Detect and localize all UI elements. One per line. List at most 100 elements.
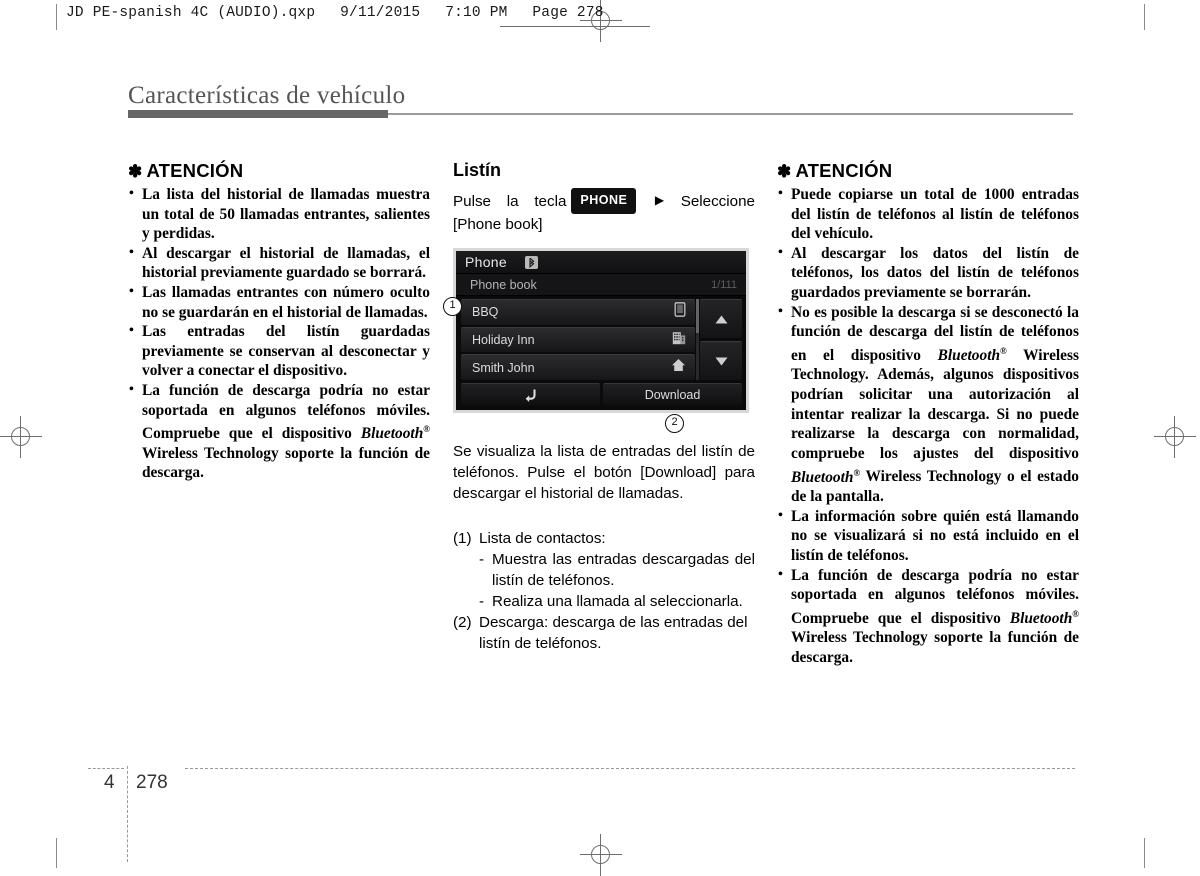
left-notice-list: La lista del historial de llamadas muest… xyxy=(128,184,430,483)
list-item: La lista del historial de llamadas muest… xyxy=(128,184,430,244)
crop-mark-top-left xyxy=(56,4,57,30)
screen-title-bar: Phone xyxy=(456,251,746,274)
list-item: - Muestra las entradas descargadas del li… xyxy=(479,549,755,591)
screen-footer: Download xyxy=(456,380,746,410)
registration-mark-right xyxy=(1154,416,1196,458)
bluetooth-trademark: Bluetooth® xyxy=(360,424,430,443)
registration-mark-bottom xyxy=(580,834,622,876)
item-number: (2) xyxy=(453,614,472,631)
item-text: Lista de contactos: xyxy=(479,530,606,547)
title-underline-dark xyxy=(128,110,388,118)
contact-name: Smith John xyxy=(472,360,535,375)
home-icon xyxy=(671,358,686,377)
bluetooth-icon xyxy=(524,255,538,269)
item-part-2: Wireless Technology soporte la función d… xyxy=(791,629,1079,667)
contact-name: BBQ xyxy=(472,305,499,320)
callout-marker-1: 1 xyxy=(443,297,462,316)
item-text: Descarga: descarga de las entradas del l… xyxy=(479,614,748,652)
contact-name: Holiday Inn xyxy=(472,333,535,347)
numbered-legend: (1) Lista de contactos: - Muestra las ent… xyxy=(453,528,755,654)
scroll-up-button[interactable] xyxy=(700,299,742,338)
bluetooth-trademark: Bluetooth® xyxy=(937,345,1007,364)
back-arrow-icon xyxy=(525,389,536,402)
download-button[interactable]: Download xyxy=(603,383,742,406)
device-screenshot-figure: 1 2 Phone Phone book 1/111 BBQ Holiday I… xyxy=(443,248,749,433)
list-item: - Realiza una llamada al seleccionarla. xyxy=(479,591,755,612)
sub-item-text: Muestra las entradas descargadas del lis… xyxy=(492,551,755,589)
arrow-right-icon: ▶ xyxy=(643,193,676,207)
screen-subtitle: Phone book xyxy=(470,277,537,292)
phone-key-badge: PHONE xyxy=(571,188,637,214)
left-notice-heading-text: ATENCIÓN xyxy=(146,160,244,181)
print-header: JD PE-spanish 4C (AUDIO).qxp 9/11/2015 7… xyxy=(66,5,620,21)
screen-body: BBQ Holiday Inn Smith John xyxy=(456,296,746,381)
list-item[interactable]: Smith John xyxy=(461,354,695,381)
footer-rule-right xyxy=(185,768,1075,769)
crop-mark-bottom-right xyxy=(1144,838,1145,868)
right-notice-list: Puede copiarse un total de 1000 entradas… xyxy=(777,184,1079,668)
section-heading: Listín xyxy=(453,160,501,180)
list-item[interactable]: BBQ xyxy=(461,299,695,325)
bluetooth-trademark: Bluetooth® xyxy=(791,467,861,486)
item-part-2: Wireless Technology. Además, algunos dis… xyxy=(791,346,1079,462)
header-rule xyxy=(500,26,650,27)
list-item: (2) Descarga: descarga de las entradas d… xyxy=(453,612,755,654)
scroll-down-button[interactable] xyxy=(700,341,742,380)
asterisk-icon: ✽ xyxy=(777,162,792,181)
title-underline-light xyxy=(388,113,1073,115)
page-number: 278 xyxy=(136,772,168,793)
mobile-phone-icon xyxy=(674,302,686,322)
scroll-controls[interactable] xyxy=(696,299,742,380)
triangle-up-icon xyxy=(715,315,727,323)
list-item: Las llamadas entrantes con número oculto… xyxy=(128,282,430,322)
scrollbar-thumb[interactable] xyxy=(696,299,699,334)
registration-mark-left xyxy=(0,416,42,458)
list-item: Al descargar los datos del listín de tel… xyxy=(777,243,1079,303)
list-item: La información sobre quién está llamando… xyxy=(777,506,1079,566)
left-notice-heading: ✽ ATENCIÓN xyxy=(128,160,430,182)
contact-list: BBQ Holiday Inn Smith John xyxy=(461,299,695,381)
bluetooth-glyph xyxy=(529,257,535,268)
back-button[interactable] xyxy=(461,383,600,406)
print-header-date: 9/11/2015 xyxy=(340,5,421,21)
right-notice-heading: ✽ ATENCIÓN xyxy=(777,160,1079,182)
print-header-time: 7:10 PM xyxy=(445,5,508,21)
bluetooth-trademark: Bluetooth® xyxy=(1009,608,1079,627)
screen-sub-bar: Phone book 1/111 xyxy=(456,274,746,296)
step-instruction: Pulse la tecla PHONE ▶ Seleccione [Phone bo… xyxy=(453,188,755,235)
list-item: Al descargar el historial de llamadas, e… xyxy=(128,243,430,283)
step-prefix: Pulse la tecla xyxy=(453,193,567,210)
middle-column: Listín Pulse la tecla PHONE ▶ Seleccione [P… xyxy=(443,160,755,654)
footer-rule-left xyxy=(88,768,124,769)
dash-marker: - xyxy=(479,551,485,568)
left-column: ✽ATENCIÓN La lista del historial de llam… xyxy=(128,160,430,483)
list-item[interactable]: Holiday Inn xyxy=(461,326,695,353)
list-item: La función de descarga podría no estar s… xyxy=(128,380,430,483)
right-notice-heading-text: ATENCIÓN xyxy=(795,160,893,181)
screen-title: Phone xyxy=(465,254,507,270)
callout-marker-2: 2 xyxy=(665,414,684,433)
list-item: (1) Lista de contactos: - Muestra las ent… xyxy=(453,528,755,612)
list-item: No es posible la descarga si se desconec… xyxy=(777,302,1079,507)
print-header-filename: JD PE-spanish 4C (AUDIO).qxp xyxy=(66,5,316,21)
crop-mark-bottom-left xyxy=(56,838,57,868)
sub-list: - Muestra las entradas descargadas del li… xyxy=(479,549,755,612)
figure-description: Se visualiza la lista de entradas del li… xyxy=(453,443,755,502)
crop-mark-top-right xyxy=(1144,4,1145,30)
print-header-page: Page 278 xyxy=(532,5,604,21)
chapter-number: 4 xyxy=(104,772,115,793)
dash-marker: - xyxy=(479,593,485,610)
page-title: Características de vehículo xyxy=(128,82,406,109)
page-indicator: 1/111 xyxy=(711,278,737,291)
list-item: La función de descarga podría no estar s… xyxy=(777,565,1079,668)
list-item: Las entradas del listín guardadas previa… xyxy=(128,321,430,381)
item-number: (1) xyxy=(453,530,472,547)
triangle-down-icon xyxy=(715,357,727,365)
office-building-icon xyxy=(672,330,686,350)
right-column: ✽ATENCIÓN Puede copiarse un total de 100… xyxy=(777,160,1079,668)
list-item-text-suffix: Wireless Technology soporte la función d… xyxy=(142,444,430,482)
asterisk-icon: ✽ xyxy=(128,162,143,181)
sub-item-text: Realiza una llamada al seleccionarla. xyxy=(492,593,743,610)
head-unit-screen: Phone Phone book 1/111 BBQ Holiday Inn S… xyxy=(453,248,749,413)
footer-divider xyxy=(127,766,128,862)
